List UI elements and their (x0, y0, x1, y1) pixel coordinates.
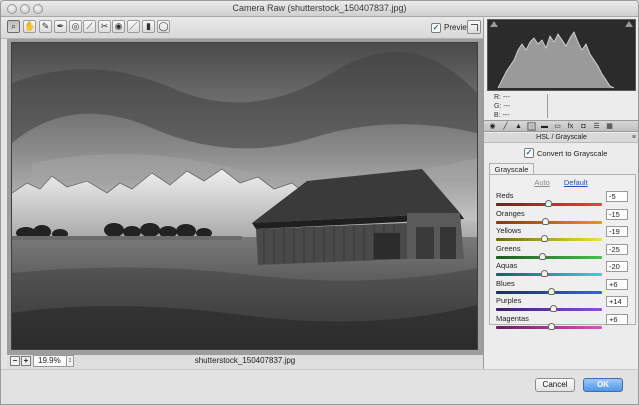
greens-value-field[interactable]: -25 (606, 243, 628, 255)
blues-slider-thumb[interactable] (547, 287, 555, 295)
histogram-graph (497, 31, 615, 89)
highlight-clipping-warning-icon[interactable] (625, 21, 633, 27)
title-bar: Camera Raw (shutterstock_150407837.jpg) (1, 1, 638, 17)
greens-slider-thumb[interactable] (539, 252, 547, 260)
aquas-label: Aquas (496, 261, 518, 270)
fullscreen-toggle-icon[interactable] (467, 20, 481, 34)
aquas-slider-thumb[interactable] (540, 270, 548, 277)
readout-divider (547, 94, 548, 118)
oranges-label: Oranges (496, 208, 525, 218)
b-value: --- (502, 112, 510, 119)
section-header: HSL / Grayscale ≡ (484, 133, 638, 143)
magentas-label: Magentas (496, 313, 529, 323)
eyedropper-icon[interactable]: ✎ (39, 20, 52, 33)
greens-label: Greens (496, 243, 521, 253)
r-value: --- (502, 94, 510, 101)
fx-icon[interactable]: fx (566, 122, 575, 131)
aquas-slider-track[interactable] (496, 273, 602, 276)
photo-preview (11, 42, 478, 350)
slider-row-oranges: Oranges -15 (496, 208, 628, 225)
status-bar: − + 19.9% ↕ shutterstock_150407837.jpg (7, 355, 483, 369)
preview-checkbox[interactable]: ✓ (431, 22, 441, 33)
reds-value-field[interactable]: -5 (606, 191, 628, 202)
oranges-slider-thumb[interactable] (542, 217, 550, 225)
gradient-icon[interactable]: ▮ (142, 20, 155, 33)
window-title: Camera Raw (shutterstock_150407837.jpg) (232, 3, 407, 13)
slider-row-greens: Greens -25 (496, 243, 628, 260)
auto-link[interactable]: Auto (534, 178, 549, 187)
blues-value-field[interactable]: +6 (606, 278, 628, 290)
yellows-value-field[interactable]: -19 (606, 226, 628, 237)
color-sampler-icon[interactable]: ✒ (54, 20, 67, 33)
slider-row-yellows: Yellows -19 (496, 226, 628, 242)
b-label: B: (494, 112, 501, 119)
curve-icon[interactable]: ╱ (501, 122, 510, 131)
convert-to-grayscale-checkbox[interactable]: ✓ (524, 148, 534, 158)
red-eye-icon[interactable]: ◉ (112, 20, 125, 33)
convert-to-grayscale-label: Convert to Grayscale (537, 148, 608, 158)
auto-default-links: Auto Default (484, 178, 638, 187)
adjustments-panel: R: --- G: --- B: --- ◉ ╱ ▲ ▤ ▬ ▭ fx ◘ ☰ ▦ HSL / G… (483, 18, 638, 369)
panel-menu-icon[interactable]: ≡ (632, 133, 636, 143)
blues-label: Blues (496, 278, 515, 288)
g-label: G: (494, 103, 502, 110)
grayscale-barn-photo (12, 43, 477, 349)
purples-slider-thumb[interactable] (549, 305, 557, 312)
purples-label: Purples (496, 296, 522, 305)
presets-icon[interactable]: ☰ (592, 122, 601, 131)
straighten-icon[interactable]: ⟋ (83, 20, 96, 33)
default-link[interactable]: Default (564, 178, 588, 187)
image-canvas[interactable] (7, 39, 483, 355)
dialog-footer: Cancel OK (1, 369, 638, 404)
hsl-icon[interactable]: ▤ (527, 122, 536, 131)
slider-row-aquas: Aquas -20 (496, 261, 628, 277)
camera-icon[interactable]: ◘ (579, 122, 588, 131)
shadow-clipping-warning-icon[interactable] (490, 21, 498, 27)
reds-label: Reds (496, 191, 514, 200)
oranges-value-field[interactable]: -15 (606, 208, 628, 220)
g-value: --- (503, 103, 511, 110)
camera-raw-window: Camera Raw (shutterstock_150407837.jpg) … (0, 0, 639, 405)
radial-icon[interactable]: ◯ (157, 20, 170, 33)
cancel-button[interactable]: Cancel (535, 378, 575, 392)
slider-row-reds: Reds -5 (496, 191, 628, 207)
slider-row-blues: Blues +6 (496, 278, 628, 295)
panel-tab-bar: ◉ ╱ ▲ ▤ ▬ ▭ fx ◘ ☰ ▦ (484, 120, 638, 132)
purples-value-field[interactable]: +14 (606, 296, 628, 307)
greens-slider-track[interactable] (496, 255, 602, 259)
yellows-slider-track[interactable] (496, 238, 602, 241)
r-label: R: (494, 94, 501, 101)
target-icon[interactable]: ◎ (69, 20, 82, 33)
slider-row-magentas: Magentas +6 (496, 313, 628, 330)
file-name-label: shutterstock_150407837.jpg (194, 356, 296, 365)
spot-removal-icon[interactable]: ✂ (98, 20, 111, 33)
ok-button[interactable]: OK (583, 378, 623, 392)
magentas-value-field[interactable]: +6 (606, 313, 628, 325)
hand-icon[interactable]: ✋ (23, 20, 36, 33)
magnifier-icon[interactable]: ⌕ (7, 20, 20, 33)
lens-icon[interactable]: ▭ (553, 122, 562, 131)
triangle-icon[interactable]: ▲ (514, 122, 523, 131)
slider-row-purples: Purples +14 (496, 296, 628, 312)
brush-icon[interactable]: ／ (127, 20, 140, 33)
aquas-value-field[interactable]: -20 (606, 261, 628, 272)
yellows-label: Yellows (496, 226, 522, 235)
split-toning-icon[interactable]: ▬ (540, 122, 549, 131)
snapshots-icon[interactable]: ▦ (605, 122, 614, 131)
yellows-slider-thumb[interactable] (540, 235, 548, 242)
histogram (487, 19, 636, 91)
convert-to-grayscale-toggle[interactable]: ✓ Convert to Grayscale (524, 148, 607, 158)
rgb-readout: R: --- G: --- B: --- (494, 93, 510, 120)
reds-slider-thumb[interactable] (544, 200, 552, 207)
aperture-icon[interactable]: ◉ (488, 122, 497, 131)
section-title: HSL / Grayscale (536, 134, 587, 141)
magentas-slider-thumb[interactable] (547, 322, 555, 330)
